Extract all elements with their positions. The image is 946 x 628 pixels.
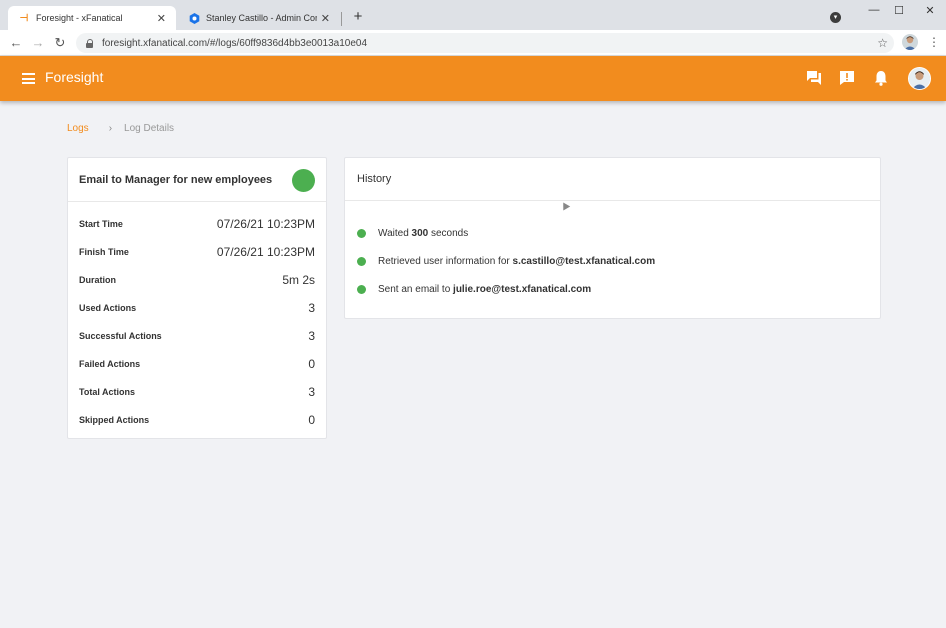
detail-value: 3 [308, 301, 315, 315]
log-card-header: Email to Manager for new employees [68, 158, 326, 202]
history-item: Sent an email to julie.roe@test.xfanatic… [345, 275, 880, 303]
detail-row-successful-actions: Successful Actions 3 [68, 322, 326, 350]
detail-label: Duration [79, 275, 116, 285]
menu-icon[interactable] [22, 73, 35, 84]
browser-toolbar: ← → ↻ foresight.xfanatical.com/#/logs/60… [0, 30, 946, 56]
success-dot-icon [357, 256, 366, 266]
detail-row-skipped-actions: Skipped Actions 0 [68, 406, 326, 434]
browser-menu-icon[interactable]: ⋮ [928, 35, 940, 49]
tab-title: Stanley Castillo - Admin Console [206, 13, 317, 23]
log-title: Email to Manager for new employees [79, 173, 273, 186]
detail-row-finish-time: Finish Time 07/26/21 10:23PM [68, 238, 326, 266]
detail-row-used-actions: Used Actions 3 [68, 294, 326, 322]
breadcrumb-current: Log Details [124, 123, 175, 134]
url-text: foresight.xfanatical.com/#/logs/60ff9836… [102, 37, 368, 49]
breadcrumb: Logs › Log Details [67, 123, 174, 134]
history-list: Waited 300 seconds Retrieved user inform… [345, 201, 880, 303]
history-item: Retrieved user information for s.castill… [345, 247, 880, 275]
detail-label: Skipped Actions [79, 415, 150, 425]
user-avatar[interactable] [908, 67, 931, 90]
history-card: History Waited 300 seconds Retrieved use… [344, 157, 881, 319]
detail-label: Successful Actions [79, 331, 162, 341]
success-dot-icon [357, 228, 366, 238]
history-item: Waited 300 seconds [345, 219, 880, 247]
notifications-icon[interactable] [872, 69, 890, 87]
detail-label: Finish Time [79, 247, 129, 257]
breadcrumb-link-logs[interactable]: Logs [67, 123, 89, 134]
detail-label: Total Actions [79, 387, 135, 397]
detail-value: 07/26/21 10:23PM [216, 217, 315, 231]
browser-tab-strip: ⊣ Foresight - xFanatical ✕ Stanley Casti… [0, 0, 946, 30]
new-tab-button[interactable]: + [350, 8, 366, 25]
log-detail-list: Start Time 07/26/21 10:23PM Finish Time … [68, 202, 326, 434]
app-header: Foresight [0, 56, 946, 101]
history-text: Waited 300 seconds [378, 227, 469, 239]
tab-close-icon[interactable]: ✕ [321, 12, 330, 25]
detail-value: 0 [308, 357, 315, 371]
tab-foresight[interactable]: ⊣ Foresight - xFanatical ✕ [8, 6, 176, 30]
admin-console-favicon-icon [188, 12, 200, 24]
history-title: History [357, 173, 392, 185]
browser-profile-avatar[interactable] [902, 34, 918, 50]
log-details-card: Email to Manager for new employees Start… [67, 157, 327, 439]
tab-admin-console[interactable]: Stanley Castillo - Admin Console ✕ [178, 6, 340, 30]
detail-value: 3 [308, 329, 315, 343]
app-title: Foresight [45, 69, 104, 85]
detail-value: 07/26/21 10:23PM [216, 245, 315, 259]
history-text: Sent an email to julie.roe@test.xfanatic… [378, 283, 592, 295]
forward-icon[interactable]: → [31, 35, 45, 51]
tab-close-icon[interactable]: ✕ [157, 12, 166, 25]
minimize-button[interactable]: — [866, 4, 882, 16]
detail-row-start-time: Start Time 07/26/21 10:23PM [68, 210, 326, 238]
detail-value: 0 [308, 413, 315, 427]
foresight-favicon-icon: ⊣ [19, 12, 29, 24]
detail-label: Start Time [79, 219, 123, 229]
tab-title: Foresight - xFanatical [36, 13, 123, 23]
close-window-button[interactable]: ✕ [922, 4, 938, 17]
status-indicator [292, 169, 315, 192]
history-text: Retrieved user information for s.castill… [378, 255, 656, 267]
detail-value: 5m 2s [282, 273, 315, 287]
address-bar[interactable]: foresight.xfanatical.com/#/logs/60ff9836… [76, 33, 894, 53]
detail-label: Failed Actions [79, 359, 141, 369]
detail-row-failed-actions: Failed Actions 0 [68, 350, 326, 378]
success-dot-icon [357, 284, 366, 294]
bookmark-star-icon[interactable]: ☆ [877, 36, 888, 50]
history-header: History [345, 158, 880, 201]
tab-search-icon[interactable]: ▾ [830, 12, 841, 23]
detail-row-duration: Duration 5m 2s [68, 266, 326, 294]
detail-value: 3 [308, 385, 315, 399]
chevron-right-icon: › [108, 123, 113, 134]
maximize-button[interactable]: ☐ [891, 4, 907, 17]
lock-icon [86, 38, 94, 48]
detail-row-total-actions: Total Actions 3 [68, 378, 326, 406]
reload-icon[interactable]: ↻ [53, 35, 67, 51]
tab-divider [341, 12, 342, 26]
feedback-icon[interactable] [838, 69, 856, 87]
detail-label: Used Actions [79, 303, 137, 313]
chat-icon[interactable] [805, 69, 823, 87]
back-icon[interactable]: ← [9, 35, 23, 51]
